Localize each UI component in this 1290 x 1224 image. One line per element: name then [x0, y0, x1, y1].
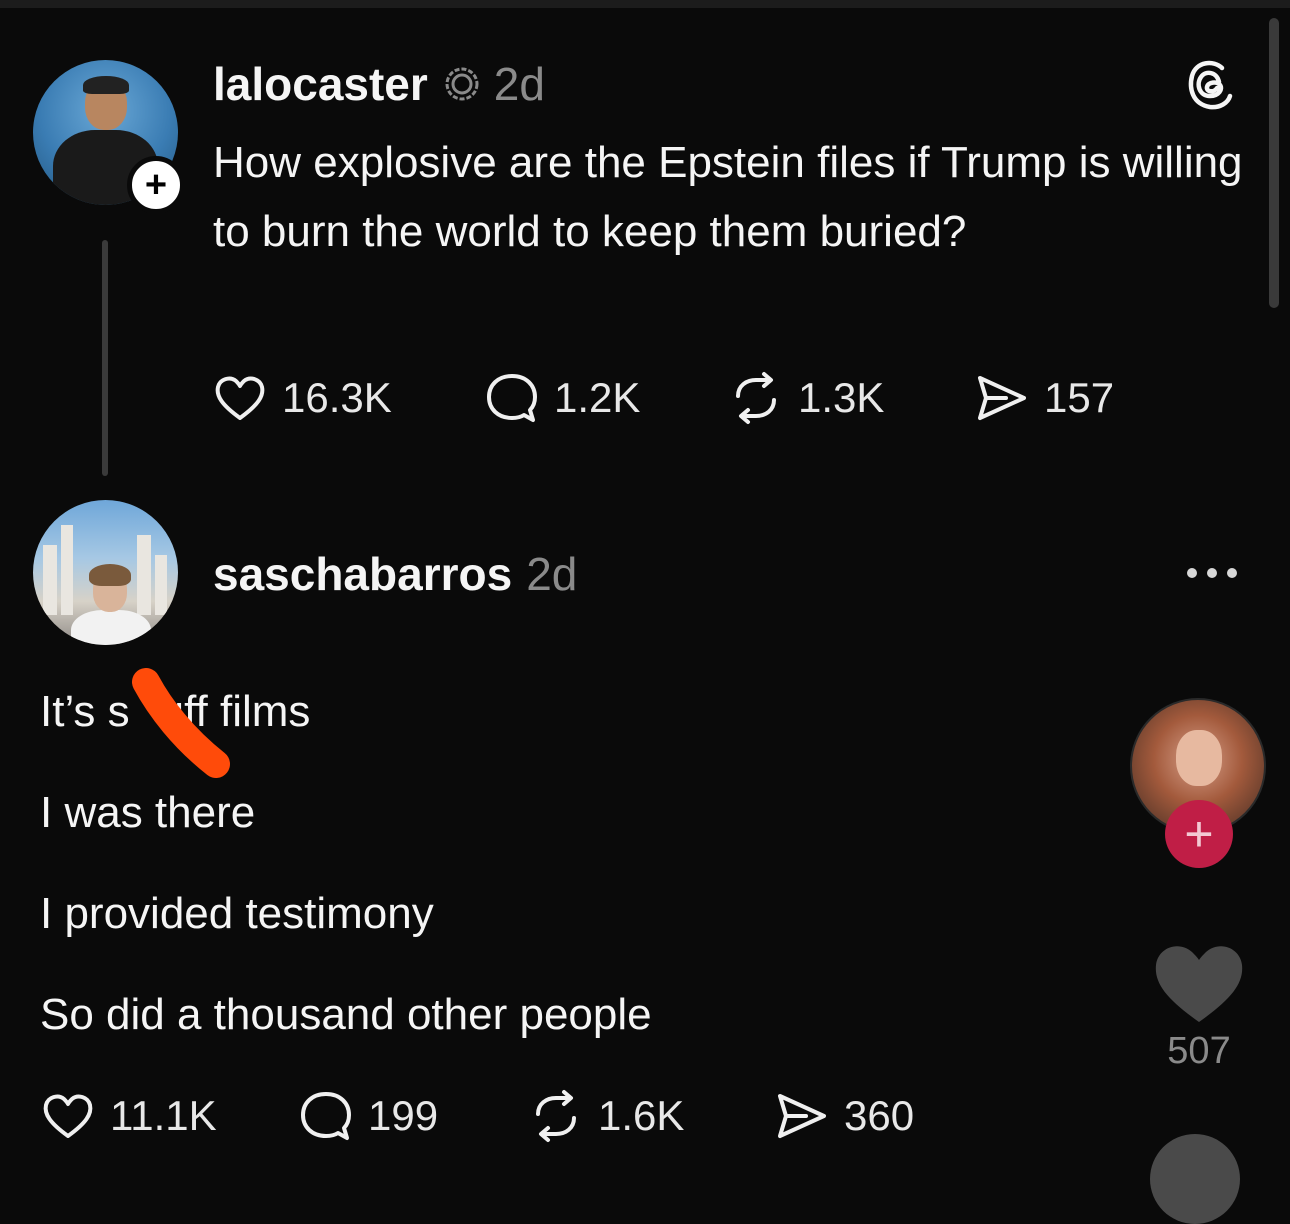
redaction-scribble	[132, 668, 230, 778]
thread-connector-line	[102, 240, 108, 476]
verified-badge-icon	[445, 67, 479, 101]
post-header: lalocaster 2d	[213, 56, 545, 112]
avatar-hair	[83, 76, 129, 94]
reply-repost-count: 1.6K	[598, 1092, 685, 1139]
follow-button[interactable]: +	[127, 156, 185, 214]
reply-text-line-2: I was there	[40, 788, 256, 837]
avatar-shirt	[71, 610, 151, 645]
more-dots-icon[interactable]	[1186, 565, 1238, 581]
reply-button[interactable]: 1.2K	[484, 370, 640, 426]
reply-share-count: 360	[844, 1092, 915, 1139]
post-action-bar: 16.3K 1.2K 1.3K 157	[212, 370, 1172, 430]
like-count: 16.3K	[282, 374, 392, 421]
speech-bubble-icon	[487, 374, 537, 422]
reply-like-count: 11.1K	[110, 1092, 217, 1139]
threads-logo-icon[interactable]	[1186, 58, 1236, 112]
heart-icon[interactable]	[1150, 938, 1248, 1026]
top-bar	[0, 0, 1290, 8]
heart-icon	[215, 376, 265, 420]
avatar-face	[1176, 730, 1222, 786]
send-icon	[978, 376, 1026, 420]
speech-bubble-icon	[301, 1092, 351, 1140]
repost-button[interactable]: 1.3K	[728, 370, 884, 426]
share-button[interactable]: 157	[974, 370, 1114, 426]
repost-count: 1.3K	[798, 374, 885, 421]
reply-text-line-3: I provided testimony	[40, 889, 434, 938]
reply-username[interactable]: saschabarros	[213, 547, 512, 601]
creator-follow-button[interactable]: +	[1165, 800, 1233, 868]
avatar-bg-building	[137, 535, 151, 615]
post-timestamp: 2d	[493, 58, 545, 110]
reply-reply-button[interactable]: 199	[298, 1088, 438, 1144]
repost-icon	[536, 1090, 576, 1142]
send-icon	[778, 1094, 826, 1138]
heart-icon	[43, 1094, 93, 1138]
reply-reply-count: 199	[368, 1092, 439, 1139]
post-body-text: How explosive are the Epstein files if T…	[213, 138, 1243, 256]
comment-icon-partial[interactable]	[1150, 1134, 1240, 1224]
avatar-bg-building	[61, 525, 73, 615]
reply-header: saschabarros 2d	[213, 546, 577, 602]
reply-timestamp: 2d	[526, 548, 578, 600]
repost-icon	[736, 372, 776, 424]
reply-repost-button[interactable]: 1.6K	[528, 1088, 684, 1144]
avatar-hair	[89, 564, 131, 586]
reply-share-button[interactable]: 360	[774, 1088, 914, 1144]
share-count: 157	[1044, 374, 1115, 421]
like-button[interactable]: 16.3K	[212, 370, 392, 426]
reply-text-line-1-start: It’s s	[40, 687, 130, 736]
avatar-bg-building	[155, 555, 167, 615]
avatar-bg-building	[43, 545, 57, 615]
reply-text-line-4: So did a thousand other people	[40, 990, 652, 1039]
reply-count: 1.2K	[554, 374, 641, 421]
reply-like-button[interactable]: 11.1K	[40, 1088, 217, 1144]
creator-like-count: 507	[1167, 1030, 1231, 1072]
reply-action-bar: 11.1K 199 1.6K 360	[40, 1088, 1000, 1148]
reply-author-avatar[interactable]	[33, 500, 178, 645]
scrollbar[interactable]	[1269, 18, 1279, 308]
post-username[interactable]: lalocaster	[213, 57, 428, 111]
